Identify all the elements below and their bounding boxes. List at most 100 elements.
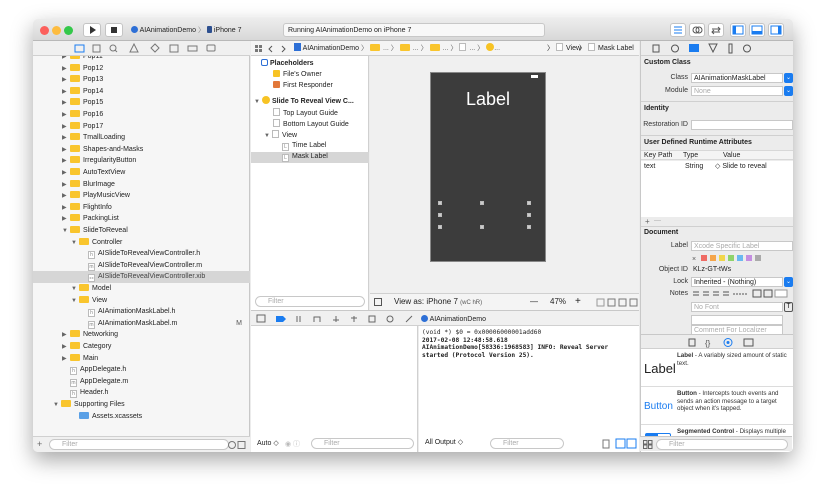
file-tree-item[interactable]: ▼ Supporting Files [33, 399, 250, 411]
file-tree-item[interactable]: ▼ SlideToReveal [33, 225, 250, 237]
notes-format-toolbar[interactable] [691, 289, 793, 299]
file-tree-item[interactable]: ▶ Pop11 [33, 56, 250, 63]
resize-handle[interactable] [438, 225, 442, 229]
resize-handle[interactable] [527, 201, 531, 205]
module-dropdown-button[interactable]: ⌄ [784, 86, 793, 96]
stop-button[interactable] [105, 23, 123, 37]
device-label-text[interactable]: Label [431, 89, 545, 110]
library-item-label[interactable]: Label Label - A variably sized amount of… [641, 349, 793, 387]
doc-label-field[interactable]: Xcode Specific Label [691, 241, 793, 251]
file-tree-item[interactable]: ▶ IrregularityButton [33, 155, 250, 167]
variables-filter-input[interactable]: Filter [311, 438, 414, 449]
font-field[interactable]: No Font [691, 302, 783, 312]
close-window-button[interactable] [40, 26, 49, 35]
debug-process[interactable]: AIAnimationDemo [421, 315, 486, 323]
file-tree-item[interactable]: ▶ Main [33, 353, 250, 365]
font-picker-button[interactable]: T [784, 302, 793, 312]
run-button[interactable] [83, 23, 101, 37]
jump-path[interactable]: 〉... 〉... 〉... 〉... 〉... [361, 41, 500, 56]
placeholders-group[interactable]: Placeholders [261, 59, 379, 70]
file-tree-item[interactable]: ▼ Model [33, 283, 250, 295]
toggle-outline-icon[interactable] [374, 298, 382, 306]
file-tree-item[interactable]: ▶ BlurImage [33, 179, 250, 191]
console-filter-input[interactable]: Filter [490, 438, 564, 449]
file-tree-item[interactable]: ▶ Pop12 [33, 63, 250, 75]
file-tree-item[interactable]: ▶ TmallLoading [33, 132, 250, 144]
file-tree-item[interactable]: Assets.xcassets [33, 411, 250, 423]
file-tree-item[interactable]: ▶ Pop15 [33, 97, 250, 109]
console-output[interactable]: (void *) $0 = 0x00006000001add60 2017-02-… [419, 326, 639, 452]
zoom-window-button[interactable] [64, 26, 73, 35]
variables-eye-icon[interactable]: ◉ ⓘ [285, 439, 300, 449]
navigator-filter-input[interactable]: Filter [49, 439, 229, 450]
device-view[interactable]: Label [430, 72, 546, 262]
file-tree-item[interactable]: m AISlideToRevealViewController.m [33, 260, 250, 272]
jump-project[interactable]: AIAnimationDemo [294, 41, 359, 56]
file-tree-item[interactable]: ▶ Pop14 [33, 86, 250, 98]
output-filter-select[interactable]: All Output ◇ [425, 439, 463, 447]
remove-attribute-button[interactable]: — [654, 217, 661, 224]
file-tree-item[interactable]: h AppDelegate.h [33, 364, 250, 376]
restoration-id-field[interactable] [691, 120, 793, 130]
add-button[interactable]: + [37, 439, 42, 449]
file-tree-item[interactable]: ▶ Pop13 [33, 74, 250, 86]
file-tree-item[interactable]: m AppDelegate.m [33, 376, 250, 388]
resize-handle[interactable] [480, 201, 484, 205]
zoom-in-button[interactable]: + [575, 294, 581, 310]
resize-handle[interactable] [527, 213, 531, 217]
resize-handle[interactable] [527, 225, 531, 229]
inspector-tab-icons[interactable] [641, 41, 793, 56]
layout-tools-icons[interactable] [596, 298, 638, 307]
lock-dropdown-button[interactable]: ⌄ [784, 277, 793, 287]
outline-scene[interactable]: ▼ Slide To Reveal View C... [254, 96, 372, 107]
file-tree-item[interactable]: ▶ Shapes-and-Masks [33, 144, 250, 156]
file-tree-item[interactable]: ▶ Pop17 [33, 121, 250, 133]
toggle-debug-button[interactable] [749, 23, 765, 37]
file-tree-item[interactable]: h AIAnimationMaskLabel.h [33, 306, 250, 318]
file-tree-item[interactable]: ▶ Networking [33, 329, 250, 341]
file-tree-item[interactable]: ▶ Category [33, 341, 250, 353]
file-tree-item[interactable]: ▶ Pop16 [33, 109, 250, 121]
file-tree-item[interactable]: ▶ FlightInfo [33, 202, 250, 214]
library-filter-input[interactable]: Filter [656, 439, 788, 450]
lock-field[interactable]: Inherited - (Nothing) [691, 277, 783, 287]
console-controls-icons[interactable] [602, 438, 638, 449]
table-row[interactable]: text String ◇ Slide to reveal [641, 161, 793, 173]
file-tree-item[interactable]: ⚏ AISlideToRevealViewController.xib [33, 271, 250, 283]
file-tree-item[interactable]: ▶ PackingList [33, 213, 250, 225]
file-tree-item[interactable]: h AISlideToRevealViewController.h [33, 248, 250, 260]
outline-filter-input[interactable]: Filter [255, 296, 365, 307]
jump-view[interactable]: 〉 View [547, 41, 581, 56]
version-editor-button[interactable] [708, 23, 724, 37]
debug-controls-icons[interactable] [256, 314, 416, 324]
variables-scope-select[interactable]: Auto ◇ [257, 439, 279, 447]
file-tree-item[interactable]: h Header.h [33, 387, 250, 399]
file-tree-item[interactable]: ▶ AutoTextView [33, 167, 250, 179]
class-field[interactable]: AIAnimationMaskLabel [691, 73, 783, 83]
resize-handle[interactable] [438, 201, 442, 205]
outline-mask-label[interactable]: L Mask Label [251, 152, 369, 163]
view-as-button[interactable]: View as: iPhone 7 (wC hR) [394, 294, 482, 311]
jump-nav-icons[interactable] [254, 44, 292, 54]
toggle-navigator-button[interactable] [730, 23, 746, 37]
file-tree-item[interactable]: m AIAnimationMaskLabel.m M [33, 318, 250, 330]
minimize-window-button[interactable] [52, 26, 61, 35]
library-item-button[interactable]: Button Button - Intercepts touch events … [641, 387, 793, 425]
recent-filter-icons[interactable] [227, 440, 247, 450]
toggle-utilities-button[interactable] [768, 23, 784, 37]
outline-view[interactable]: ▼ View [264, 130, 382, 141]
interface-builder-canvas[interactable]: Label [370, 56, 639, 293]
scheme-selector[interactable]: AIAnimationDemo 〉 iPhone 7 [131, 25, 241, 35]
jump-mask-label[interactable]: 〉 Mask Label [579, 41, 634, 56]
resize-handle[interactable] [438, 213, 442, 217]
color-label-swatches[interactable]: × [691, 254, 781, 262]
file-tree-item[interactable]: ▼ Controller [33, 237, 250, 249]
zoom-out-button[interactable]: — [530, 294, 538, 310]
class-dropdown-button[interactable]: ⌄ [784, 73, 793, 83]
grid-view-icon[interactable] [643, 440, 653, 449]
library-tab-icons[interactable]: {} [641, 335, 793, 350]
file-tree-item[interactable]: ▶ PlayMusicView [33, 190, 250, 202]
assistant-editor-button[interactable] [689, 23, 705, 37]
module-field[interactable]: None [691, 86, 783, 96]
notes-text-field[interactable] [691, 315, 783, 325]
